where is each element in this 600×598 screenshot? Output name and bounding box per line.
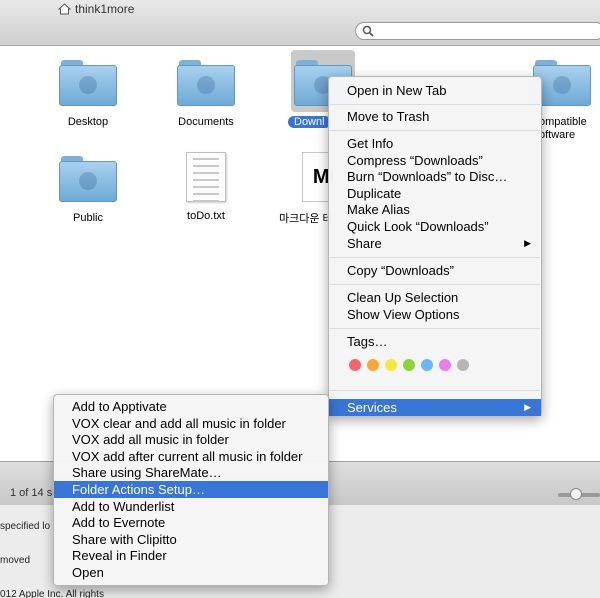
item-count: 1 of 14 s bbox=[10, 487, 53, 499]
service-vox-add-all[interactable]: VOX add all music in folder bbox=[54, 431, 328, 448]
file-item-documents[interactable]: Documents bbox=[156, 60, 256, 128]
search-icon bbox=[362, 25, 374, 37]
file-label: toDo.txt bbox=[187, 210, 225, 222]
window-title-text: think1more bbox=[75, 2, 135, 16]
folder-icon bbox=[59, 60, 117, 106]
service-folder-actions[interactable]: Folder Actions Setup… bbox=[54, 481, 328, 498]
service-sharemate[interactable]: Share using ShareMate… bbox=[54, 464, 328, 481]
folder-icon bbox=[59, 156, 117, 202]
text-file-icon bbox=[186, 152, 226, 202]
menu-item-copy[interactable]: Copy “Downloads” bbox=[329, 262, 541, 279]
tag-purple-dot[interactable] bbox=[439, 359, 451, 371]
file-item-todo[interactable]: toDo.txt bbox=[156, 152, 256, 222]
file-label: Desktop bbox=[67, 116, 109, 128]
menu-item-get-info[interactable]: Get Info bbox=[329, 135, 541, 152]
menu-item-clean-up[interactable]: Clean Up Selection bbox=[329, 289, 541, 306]
menu-item-services[interactable]: Services ▶ bbox=[329, 399, 541, 416]
submenu-arrow-icon: ▶ bbox=[524, 402, 531, 412]
service-add-apptivate[interactable]: Add to Apptivate bbox=[54, 398, 328, 415]
info-text: moved bbox=[0, 555, 31, 566]
tag-blue-dot[interactable] bbox=[421, 359, 433, 371]
file-label: oftware bbox=[539, 129, 576, 141]
menu-item-view-options[interactable]: Show View Options bbox=[329, 306, 541, 323]
file-item-public[interactable]: Public bbox=[38, 156, 138, 224]
file-label: Public bbox=[73, 212, 103, 224]
home-icon bbox=[58, 3, 71, 15]
tag-gray-dot[interactable] bbox=[457, 359, 469, 371]
menu-item-make-alias[interactable]: Make Alias bbox=[329, 201, 541, 218]
tag-orange-dot[interactable] bbox=[367, 359, 379, 371]
search-input[interactable] bbox=[355, 22, 600, 40]
folder-icon bbox=[177, 60, 235, 106]
service-vox-add-after[interactable]: VOX add after current all music in folde… bbox=[54, 448, 328, 465]
submenu-arrow-icon: ▶ bbox=[524, 238, 531, 248]
tag-colors bbox=[349, 359, 469, 371]
service-clipitto[interactable]: Share with Clipitto bbox=[54, 531, 328, 548]
slider-handle[interactable] bbox=[570, 488, 582, 500]
services-submenu: Add to Apptivate VOX clear and add all m… bbox=[53, 394, 329, 586]
menu-item-duplicate[interactable]: Duplicate bbox=[329, 185, 541, 202]
menu-item-open-new-tab[interactable]: Open in New Tab bbox=[329, 82, 541, 99]
finder-toolbar: think1more bbox=[0, 0, 600, 46]
tag-green-dot[interactable] bbox=[403, 359, 415, 371]
menu-item-tags[interactable]: Tags… bbox=[329, 333, 541, 350]
tag-red-dot[interactable] bbox=[349, 359, 361, 371]
menu-item-compress[interactable]: Compress “Downloads” bbox=[329, 152, 541, 169]
service-open[interactable]: Open bbox=[54, 564, 328, 581]
window-title: think1more bbox=[58, 2, 134, 16]
info-text: specified lo bbox=[0, 521, 51, 532]
menu-item-move-to-trash[interactable]: Move to Trash bbox=[329, 108, 541, 125]
menu-item-burn[interactable]: Burn “Downloads” to Disc… bbox=[329, 168, 541, 185]
menu-item-quick-look[interactable]: Quick Look “Downloads” bbox=[329, 218, 541, 235]
context-menu: Open in New Tab Move to Trash Get Info C… bbox=[328, 76, 542, 416]
file-label: Downl bbox=[288, 116, 331, 128]
tag-yellow-dot[interactable] bbox=[385, 359, 397, 371]
file-label: Documents bbox=[178, 116, 234, 128]
service-vox-clear-add[interactable]: VOX clear and add all music in folder bbox=[54, 415, 328, 432]
service-evernote[interactable]: Add to Evernote bbox=[54, 514, 328, 531]
menu-item-share-label: Share bbox=[347, 236, 382, 251]
file-label: ompatible bbox=[539, 116, 587, 128]
service-wunderlist[interactable]: Add to Wunderlist bbox=[54, 498, 328, 515]
service-reveal-finder[interactable]: Reveal in Finder bbox=[54, 547, 328, 564]
file-item-desktop[interactable]: Desktop bbox=[38, 60, 138, 128]
menu-item-share[interactable]: Share ▶ bbox=[329, 235, 541, 252]
menu-item-services-label: Services bbox=[347, 400, 397, 415]
info-text: 012 Apple Inc. All rights bbox=[0, 589, 104, 598]
